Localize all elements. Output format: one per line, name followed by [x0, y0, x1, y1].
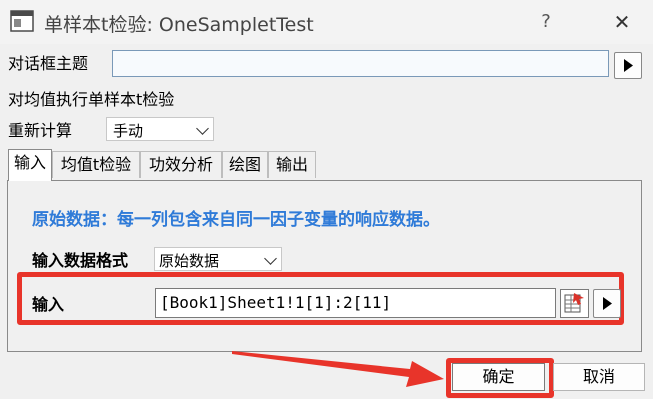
ok-highlight-box [446, 358, 554, 398]
tab-input[interactable]: 输入 [8, 149, 52, 181]
cancel-button[interactable]: 取消 [553, 363, 645, 391]
input-range-field[interactable]: [Book1]Sheet1!1[1]:2[11] [155, 288, 556, 318]
dialog-subject-menu-button[interactable] [614, 52, 642, 79]
input-format-dropdown[interactable]: 原始数据 [154, 247, 282, 271]
play-arrow-icon [603, 297, 612, 310]
help-button[interactable]: ? [528, 6, 564, 38]
tab-power-analysis[interactable]: 功效分析 [140, 151, 222, 178]
worksheet-select-icon [564, 293, 584, 313]
close-button[interactable]: ✕ [600, 6, 644, 38]
recalculate-label: 重新计算 [8, 121, 73, 140]
play-arrow-icon [624, 59, 633, 72]
input-menu-button[interactable] [593, 289, 621, 318]
chevron-down-icon [264, 252, 277, 265]
recalculate-value: 手动 [113, 122, 144, 140]
input-label: 输入 [32, 295, 65, 314]
app-window-icon [10, 10, 34, 32]
recalculate-dropdown[interactable]: 手动 [106, 117, 214, 141]
tab-plot[interactable]: 绘图 [222, 151, 268, 178]
input-format-value: 原始数据 [159, 252, 220, 270]
chevron-down-icon [196, 122, 209, 135]
annotation-arrow [230, 345, 460, 395]
dialog-description: 对均值执行单样本t检验 [8, 90, 175, 109]
tab-mean-t-test[interactable]: 均值t检验 [52, 151, 140, 178]
dialog-subject-label: 对话框主题 [8, 54, 89, 73]
raw-data-description: 原始数据：每一列包含来自同一因子变量的响应数据。 [32, 210, 440, 230]
input-format-label: 输入数据格式 [32, 251, 129, 270]
select-range-button[interactable] [560, 289, 589, 318]
tab-output[interactable]: 输出 [268, 151, 316, 178]
window-title: 单样本t检验: OneSampletTest [44, 14, 314, 36]
dialog-subject-input[interactable] [112, 50, 609, 77]
